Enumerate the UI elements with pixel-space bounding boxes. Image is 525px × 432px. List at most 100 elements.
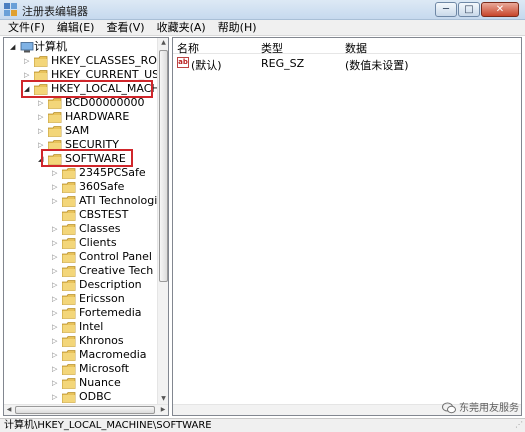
menu-help[interactable]: 帮助(H) bbox=[210, 20, 261, 35]
maximize-icon: □ bbox=[464, 4, 474, 15]
folder-icon bbox=[47, 126, 62, 137]
tree-node-label: Nuance bbox=[79, 376, 121, 389]
expand-arrow-icon[interactable]: ▷ bbox=[52, 376, 60, 390]
tree-node-label: 360Safe bbox=[79, 180, 125, 193]
folder-icon bbox=[61, 378, 76, 389]
expand-arrow-icon[interactable]: ▷ bbox=[38, 124, 46, 138]
folder-icon bbox=[33, 56, 48, 67]
expand-arrow-icon[interactable]: ▷ bbox=[52, 390, 60, 404]
expand-arrow-icon[interactable]: ▷ bbox=[52, 348, 60, 362]
value-data: (数值未设置) bbox=[345, 59, 409, 72]
tree-horizontal-scrollbar[interactable]: ◀ ▶ bbox=[4, 404, 168, 415]
watermark: 东莞用友服务 bbox=[442, 399, 519, 414]
value-type: REG_SZ bbox=[261, 57, 305, 70]
folder-icon bbox=[61, 224, 76, 235]
close-button[interactable]: ✕ bbox=[481, 2, 519, 17]
watermark-text: 东莞用友服务 bbox=[459, 403, 519, 414]
column-header-data[interactable]: 数据 bbox=[345, 40, 367, 56]
title-bar: 注册表编辑器 ─ □ ✕ bbox=[0, 0, 525, 20]
value-row[interactable]: ab (默认) REG_SZ (数值未设置) bbox=[173, 55, 521, 72]
tree-node-label: ODBC bbox=[79, 390, 112, 403]
scroll-down-arrow-icon[interactable]: ▼ bbox=[158, 394, 168, 404]
maximize-button[interactable]: □ bbox=[458, 2, 480, 17]
minimize-icon: ─ bbox=[442, 4, 450, 15]
scrollbar-thumb[interactable] bbox=[15, 406, 155, 414]
expand-arrow-icon[interactable]: ▷ bbox=[52, 320, 60, 334]
tree-node-label: Khronos bbox=[79, 334, 124, 347]
tree-node-label: Intel bbox=[79, 320, 104, 333]
tree-node-label: SAM bbox=[65, 124, 90, 137]
tree-node-label: HARDWARE bbox=[65, 110, 130, 123]
tree-node-label: Fortemedia bbox=[79, 306, 142, 319]
menu-bar: 文件(F) 编辑(E) 查看(V) 收藏夹(A) 帮助(H) bbox=[0, 20, 525, 36]
column-headers: 名称 类型 数据 bbox=[173, 38, 521, 56]
expand-arrow-icon[interactable]: ▷ bbox=[52, 222, 60, 236]
expand-arrow-icon[interactable]: ▷ bbox=[52, 180, 60, 194]
wechat-icon bbox=[442, 402, 456, 414]
column-header-type[interactable]: 类型 bbox=[261, 40, 283, 56]
string-value-icon: ab bbox=[177, 57, 189, 68]
window-title: 注册表编辑器 bbox=[22, 5, 88, 18]
expand-arrow-icon[interactable]: ▷ bbox=[52, 166, 60, 180]
folder-icon bbox=[61, 182, 76, 193]
folder-icon bbox=[61, 294, 76, 305]
scroll-right-arrow-icon[interactable]: ▶ bbox=[158, 405, 168, 415]
folder-icon bbox=[61, 168, 76, 179]
computer-icon bbox=[20, 42, 34, 53]
tree-node-label: 计算机 bbox=[34, 40, 67, 53]
expand-arrow-icon[interactable]: ▷ bbox=[52, 334, 60, 348]
tree-node-label: CBSTEST bbox=[79, 208, 129, 221]
regedit-app-icon bbox=[4, 3, 17, 16]
status-path: 计算机\HKEY_LOCAL_MACHINE\SOFTWARE bbox=[4, 420, 212, 431]
tree-node-label: Microsoft bbox=[79, 362, 130, 375]
expand-arrow-icon[interactable]: ▷ bbox=[52, 292, 60, 306]
expand-arrow-icon[interactable]: ▷ bbox=[52, 278, 60, 292]
folder-icon bbox=[61, 196, 76, 207]
highlight-software bbox=[41, 149, 133, 167]
tree-node-label: Classes bbox=[79, 222, 121, 235]
expand-arrow-icon[interactable]: ▷ bbox=[24, 54, 32, 68]
folder-icon bbox=[61, 308, 76, 319]
folder-icon bbox=[47, 98, 62, 109]
menu-view[interactable]: 查看(V) bbox=[98, 20, 148, 35]
folder-icon bbox=[47, 112, 62, 123]
menu-edit[interactable]: 编辑(E) bbox=[49, 20, 99, 35]
status-bar: 计算机\HKEY_LOCAL_MACHINE\SOFTWARE ⋰ bbox=[0, 418, 525, 432]
expand-arrow-icon[interactable]: ▷ bbox=[38, 96, 46, 110]
tree-node-label: BCD00000000 bbox=[65, 96, 145, 109]
value-list[interactable]: 名称 类型 数据 ab (默认) REG_SZ (数值未设置) bbox=[172, 37, 522, 416]
tree-node-label: Creative Tech bbox=[79, 264, 154, 277]
menu-file[interactable]: 文件(F) bbox=[0, 20, 49, 35]
tree-node-label: 2345PCSafe bbox=[79, 166, 146, 179]
expand-arrow-icon[interactable]: ▷ bbox=[52, 264, 60, 278]
expand-arrow-open-icon[interactable]: ◢ bbox=[10, 40, 18, 54]
expand-arrow-icon[interactable]: ▷ bbox=[52, 194, 60, 208]
expand-arrow-icon[interactable]: ▷ bbox=[52, 306, 60, 320]
tree-node-label: Macromedia bbox=[79, 348, 147, 361]
resize-grip-icon[interactable]: ⋰ bbox=[515, 418, 523, 431]
registry-tree[interactable]: ◢ 计算机 ▷ HKEY_CLASSES_ROOT ▷ HKEY_CURRENT_USER… bbox=[3, 37, 169, 416]
tree-vertical-scrollbar[interactable]: ▲ ▼ bbox=[157, 38, 168, 404]
folder-icon bbox=[61, 336, 76, 347]
expand-arrow-icon[interactable]: ▷ bbox=[52, 362, 60, 376]
expand-arrow-icon[interactable]: ▷ bbox=[38, 110, 46, 124]
menu-favorites[interactable]: 收藏夹(A) bbox=[149, 20, 210, 35]
column-header-name[interactable]: 名称 bbox=[177, 40, 199, 56]
value-name: (默认) bbox=[191, 59, 222, 72]
scrollbar-thumb[interactable] bbox=[159, 50, 168, 282]
tree-node-label: HKEY_CLASSES_ROOT bbox=[51, 54, 169, 67]
expand-arrow-icon[interactable]: ▷ bbox=[52, 250, 60, 264]
tree-node-label: Ericsson bbox=[79, 292, 125, 305]
highlight-hklm bbox=[21, 80, 153, 98]
folder-icon bbox=[61, 350, 76, 361]
scroll-left-arrow-icon[interactable]: ◀ bbox=[4, 405, 14, 415]
folder-icon bbox=[61, 210, 76, 221]
folder-icon bbox=[61, 280, 76, 291]
folder-icon bbox=[61, 238, 76, 249]
minimize-button[interactable]: ─ bbox=[435, 2, 457, 17]
folder-icon bbox=[61, 392, 76, 403]
scroll-up-arrow-icon[interactable]: ▲ bbox=[158, 38, 168, 48]
folder-icon bbox=[61, 252, 76, 263]
expand-arrow-icon[interactable]: ▷ bbox=[52, 236, 60, 250]
tree-node-label: Control Panel bbox=[79, 250, 152, 263]
